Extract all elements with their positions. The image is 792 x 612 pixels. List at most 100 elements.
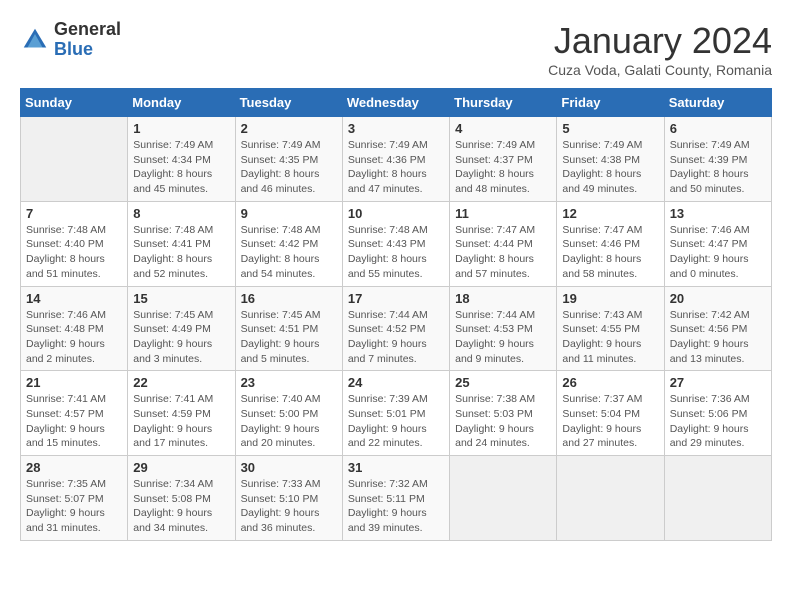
header-friday: Friday xyxy=(557,89,664,117)
day-cell: 15 Sunrise: 7:45 AMSunset: 4:49 PMDayligh… xyxy=(128,286,235,371)
day-number: 6 xyxy=(670,121,766,136)
day-cell: 27 Sunrise: 7:36 AMSunset: 5:06 PMDayligh… xyxy=(664,371,771,456)
logo-text: General Blue xyxy=(54,20,121,60)
day-cell: 10 Sunrise: 7:48 AMSunset: 4:43 PMDayligh… xyxy=(342,201,449,286)
day-info: Sunrise: 7:47 AMSunset: 4:44 PMDaylight:… xyxy=(455,223,551,282)
header-row: SundayMondayTuesdayWednesdayThursdayFrid… xyxy=(21,89,772,117)
day-number: 19 xyxy=(562,291,658,306)
day-number: 31 xyxy=(348,460,444,475)
day-info: Sunrise: 7:41 AMSunset: 4:57 PMDaylight:… xyxy=(26,392,122,451)
page-header: General Blue January 2024 Cuza Voda, Gal… xyxy=(20,20,772,78)
day-number: 9 xyxy=(241,206,337,221)
day-cell: 30 Sunrise: 7:33 AMSunset: 5:10 PMDayligh… xyxy=(235,456,342,541)
day-number: 23 xyxy=(241,375,337,390)
day-number: 26 xyxy=(562,375,658,390)
day-info: Sunrise: 7:49 AMSunset: 4:39 PMDaylight:… xyxy=(670,138,766,197)
day-info: Sunrise: 7:49 AMSunset: 4:34 PMDaylight:… xyxy=(133,138,229,197)
day-cell: 28Sunrise: 7:35 AMSunset: 5:07 PMDayligh… xyxy=(21,456,128,541)
day-cell: 14Sunrise: 7:46 AMSunset: 4:48 PMDayligh… xyxy=(21,286,128,371)
day-info: Sunrise: 7:49 AMSunset: 4:36 PMDaylight:… xyxy=(348,138,444,197)
day-cell: 16Sunrise: 7:45 AMSunset: 4:51 PMDayligh… xyxy=(235,286,342,371)
header-tuesday: Tuesday xyxy=(235,89,342,117)
day-cell: 9 Sunrise: 7:48 AMSunset: 4:42 PMDaylight… xyxy=(235,201,342,286)
day-number: 8 xyxy=(133,206,229,221)
logo: General Blue xyxy=(20,20,121,60)
day-cell: 20Sunrise: 7:42 AMSunset: 4:56 PMDayligh… xyxy=(664,286,771,371)
day-info: Sunrise: 7:39 AMSunset: 5:01 PMDaylight:… xyxy=(348,392,444,451)
day-info: Sunrise: 7:49 AMSunset: 4:37 PMDaylight:… xyxy=(455,138,551,197)
day-info: Sunrise: 7:38 AMSunset: 5:03 PMDaylight:… xyxy=(455,392,551,451)
day-number: 10 xyxy=(348,206,444,221)
day-number: 17 xyxy=(348,291,444,306)
day-info: Sunrise: 7:44 AMSunset: 4:53 PMDaylight:… xyxy=(455,308,551,367)
header-monday: Monday xyxy=(128,89,235,117)
day-number: 12 xyxy=(562,206,658,221)
day-number: 30 xyxy=(241,460,337,475)
calendar-table: SundayMondayTuesdayWednesdayThursdayFrid… xyxy=(20,88,772,541)
day-cell xyxy=(557,456,664,541)
day-number: 22 xyxy=(133,375,229,390)
header-thursday: Thursday xyxy=(450,89,557,117)
day-number: 14 xyxy=(26,291,122,306)
day-info: Sunrise: 7:43 AMSunset: 4:55 PMDaylight:… xyxy=(562,308,658,367)
day-info: Sunrise: 7:46 AMSunset: 4:47 PMDaylight:… xyxy=(670,223,766,282)
day-info: Sunrise: 7:36 AMSunset: 5:06 PMDaylight:… xyxy=(670,392,766,451)
header-saturday: Saturday xyxy=(664,89,771,117)
calendar-title: January 2024 xyxy=(548,20,772,62)
day-number: 27 xyxy=(670,375,766,390)
day-number: 25 xyxy=(455,375,551,390)
day-cell: 19 Sunrise: 7:43 AMSunset: 4:55 PMDayligh… xyxy=(557,286,664,371)
day-cell: 13Sunrise: 7:46 AMSunset: 4:47 PMDayligh… xyxy=(664,201,771,286)
calendar-subtitle: Cuza Voda, Galati County, Romania xyxy=(548,62,772,78)
day-number: 18 xyxy=(455,291,551,306)
day-number: 15 xyxy=(133,291,229,306)
day-number: 11 xyxy=(455,206,551,221)
day-cell: 18 Sunrise: 7:44 AMSunset: 4:53 PMDayligh… xyxy=(450,286,557,371)
day-number: 4 xyxy=(455,121,551,136)
day-cell: 17Sunrise: 7:44 AMSunset: 4:52 PMDayligh… xyxy=(342,286,449,371)
day-number: 7 xyxy=(26,206,122,221)
day-number: 3 xyxy=(348,121,444,136)
day-info: Sunrise: 7:32 AMSunset: 5:11 PMDaylight:… xyxy=(348,477,444,536)
day-cell: 3 Sunrise: 7:49 AMSunset: 4:36 PMDaylight… xyxy=(342,117,449,202)
day-cell: 23Sunrise: 7:40 AMSunset: 5:00 PMDayligh… xyxy=(235,371,342,456)
week-row-2: 7 Sunrise: 7:48 AMSunset: 4:40 PMDaylight… xyxy=(21,201,772,286)
logo-general: General xyxy=(54,19,121,39)
day-info: Sunrise: 7:45 AMSunset: 4:51 PMDaylight:… xyxy=(241,308,337,367)
day-cell: 7 Sunrise: 7:48 AMSunset: 4:40 PMDaylight… xyxy=(21,201,128,286)
day-info: Sunrise: 7:48 AMSunset: 4:41 PMDaylight:… xyxy=(133,223,229,282)
week-row-1: 1Sunrise: 7:49 AMSunset: 4:34 PMDaylight… xyxy=(21,117,772,202)
day-cell: 31 Sunrise: 7:32 AMSunset: 5:11 PMDayligh… xyxy=(342,456,449,541)
day-info: Sunrise: 7:35 AMSunset: 5:07 PMDaylight:… xyxy=(26,477,122,536)
day-number: 20 xyxy=(670,291,766,306)
day-cell: 4 Sunrise: 7:49 AMSunset: 4:37 PMDaylight… xyxy=(450,117,557,202)
day-number: 24 xyxy=(348,375,444,390)
day-info: Sunrise: 7:45 AMSunset: 4:49 PMDaylight:… xyxy=(133,308,229,367)
day-number: 29 xyxy=(133,460,229,475)
day-cell: 21Sunrise: 7:41 AMSunset: 4:57 PMDayligh… xyxy=(21,371,128,456)
day-cell xyxy=(664,456,771,541)
day-cell: 6 Sunrise: 7:49 AMSunset: 4:39 PMDaylight… xyxy=(664,117,771,202)
day-cell xyxy=(21,117,128,202)
day-info: Sunrise: 7:48 AMSunset: 4:42 PMDaylight:… xyxy=(241,223,337,282)
day-cell: 1Sunrise: 7:49 AMSunset: 4:34 PMDaylight… xyxy=(128,117,235,202)
day-info: Sunrise: 7:41 AMSunset: 4:59 PMDaylight:… xyxy=(133,392,229,451)
day-info: Sunrise: 7:47 AMSunset: 4:46 PMDaylight:… xyxy=(562,223,658,282)
day-info: Sunrise: 7:33 AMSunset: 5:10 PMDaylight:… xyxy=(241,477,337,536)
logo-icon xyxy=(20,25,50,55)
day-cell: 26 Sunrise: 7:37 AMSunset: 5:04 PMDayligh… xyxy=(557,371,664,456)
week-row-5: 28Sunrise: 7:35 AMSunset: 5:07 PMDayligh… xyxy=(21,456,772,541)
day-info: Sunrise: 7:49 AMSunset: 4:38 PMDaylight:… xyxy=(562,138,658,197)
week-row-3: 14Sunrise: 7:46 AMSunset: 4:48 PMDayligh… xyxy=(21,286,772,371)
day-cell: 11 Sunrise: 7:47 AMSunset: 4:44 PMDayligh… xyxy=(450,201,557,286)
day-cell: 25 Sunrise: 7:38 AMSunset: 5:03 PMDayligh… xyxy=(450,371,557,456)
day-info: Sunrise: 7:48 AMSunset: 4:40 PMDaylight:… xyxy=(26,223,122,282)
day-info: Sunrise: 7:37 AMSunset: 5:04 PMDaylight:… xyxy=(562,392,658,451)
day-cell: 8 Sunrise: 7:48 AMSunset: 4:41 PMDaylight… xyxy=(128,201,235,286)
day-info: Sunrise: 7:48 AMSunset: 4:43 PMDaylight:… xyxy=(348,223,444,282)
header-wednesday: Wednesday xyxy=(342,89,449,117)
day-cell: 24 Sunrise: 7:39 AMSunset: 5:01 PMDayligh… xyxy=(342,371,449,456)
day-cell: 29Sunrise: 7:34 AMSunset: 5:08 PMDayligh… xyxy=(128,456,235,541)
header-sunday: Sunday xyxy=(21,89,128,117)
day-cell: 22 Sunrise: 7:41 AMSunset: 4:59 PMDayligh… xyxy=(128,371,235,456)
